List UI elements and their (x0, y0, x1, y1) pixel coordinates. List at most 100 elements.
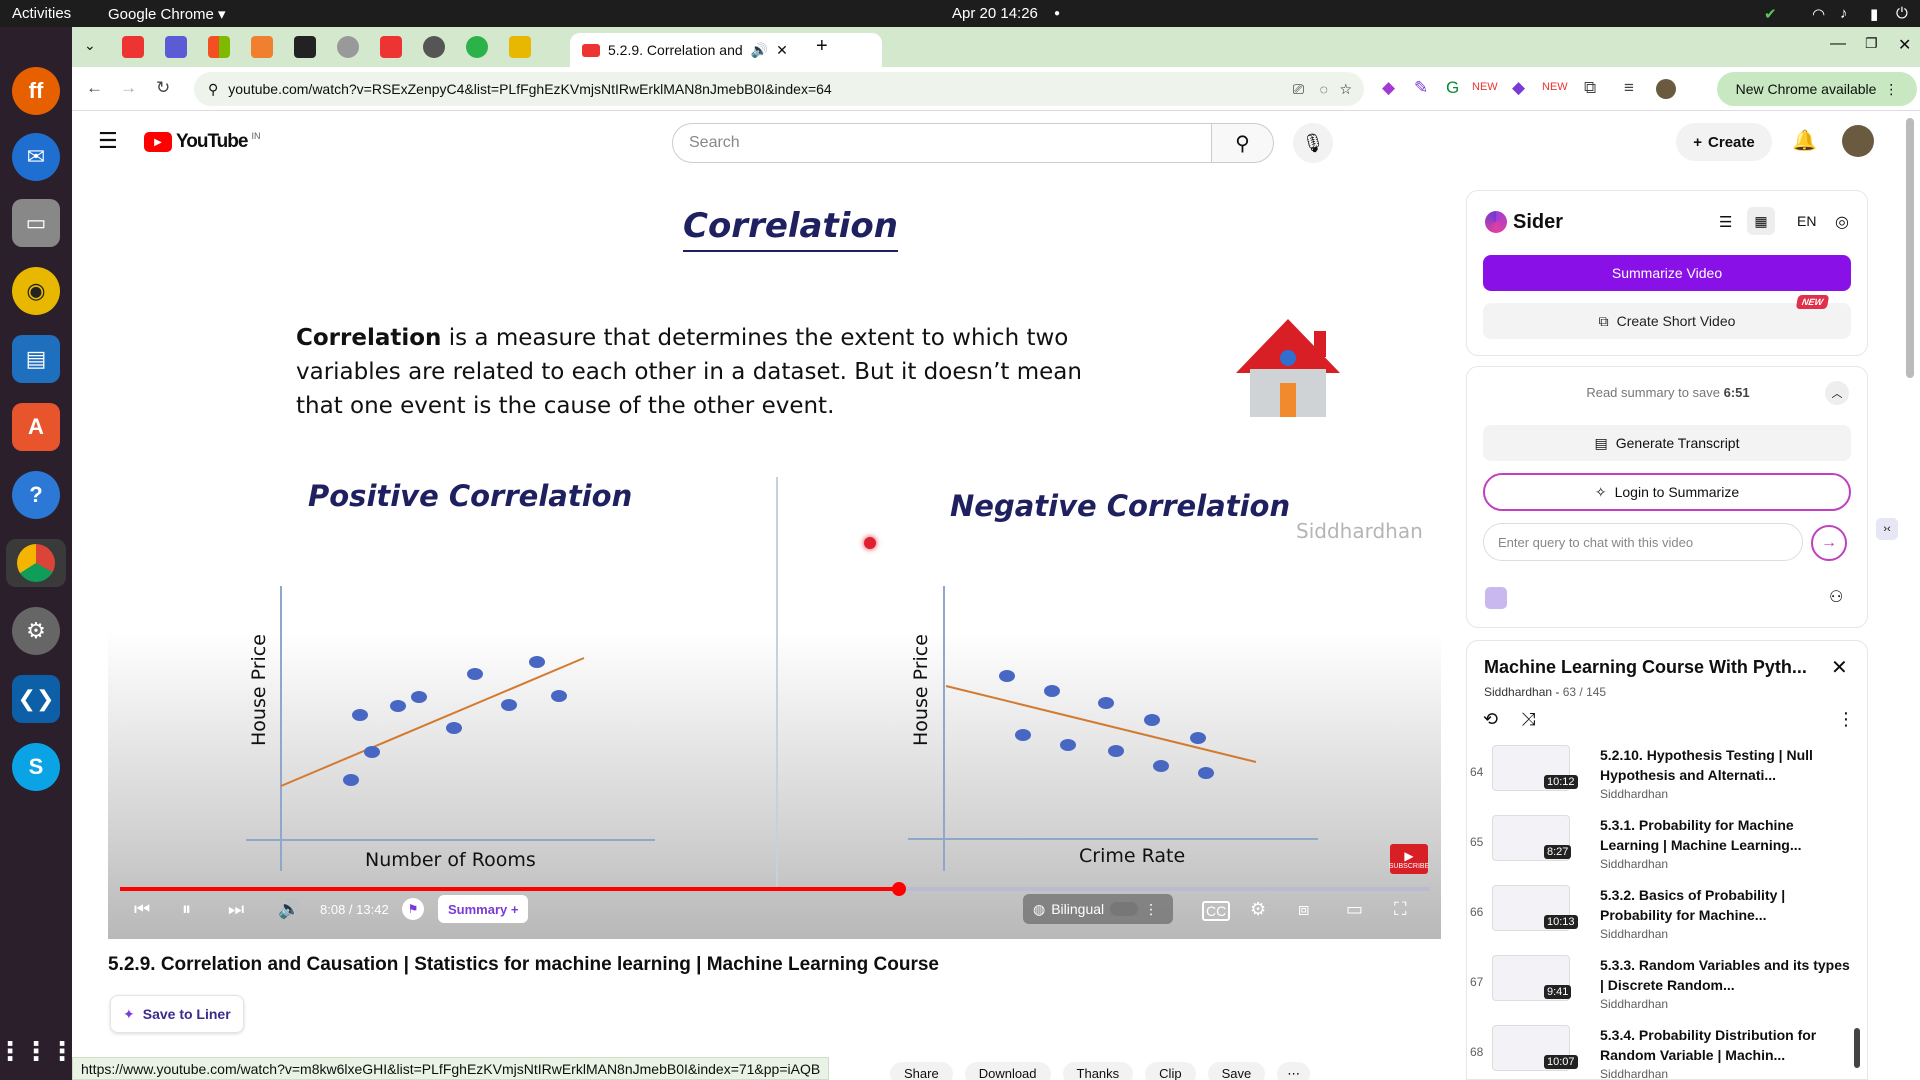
send-arrow-icon[interactable]: → (1811, 525, 1847, 561)
pinned-tab-openai[interactable] (423, 36, 445, 58)
address-bar[interactable]: ⚲ youtube.com/watch?v=RSExZenpyC4&list=P… (194, 72, 1364, 106)
list-view-icon[interactable]: ☰ (1719, 213, 1732, 231)
previous-icon[interactable]: ⏮ (134, 899, 150, 920)
firefox-icon[interactable]: ff (12, 67, 60, 115)
chat-query-input[interactable]: Enter query to chat with this video (1483, 523, 1803, 561)
update-icon[interactable]: ✔ (1764, 5, 1777, 23)
collapse-chevron-icon[interactable]: ︿ (1825, 381, 1849, 405)
media-controls-icon[interactable]: ≡ (1624, 78, 1634, 98)
pinned-tab-green[interactable] (466, 36, 488, 58)
extensions-puzzle-icon[interactable]: ⧉ (1584, 78, 1596, 98)
files-icon[interactable]: ▭ (12, 199, 60, 247)
pinned-tab-microsoft[interactable] (208, 36, 230, 58)
sider-side-toggle-icon[interactable]: ›‹ (1876, 518, 1898, 540)
clock[interactable]: Apr 20 14:26 (952, 5, 1038, 22)
pinned-tab-globe[interactable] (337, 36, 359, 58)
skype-icon[interactable]: S (12, 743, 60, 791)
create-button[interactable]: + Create (1676, 123, 1772, 161)
loop-icon[interactable]: ⟲ (1483, 709, 1498, 730)
playlist-channel[interactable]: Siddhardhan (1484, 685, 1552, 699)
chapter-pin-icon[interactable]: ⚑ (402, 898, 424, 920)
power-menu-icon[interactable]: ⏻ (1896, 5, 1908, 22)
playlist-item[interactable]: 64 10:12 5.2.10. Hypothesis Testing | Null… (1470, 745, 1860, 811)
wifi-icon[interactable]: ◠ (1812, 5, 1825, 23)
page-scrollbar[interactable] (1906, 118, 1914, 378)
install-icon[interactable]: ⎚ (1293, 81, 1304, 98)
app-menu[interactable]: Google Chrome ▾ (108, 5, 226, 23)
extension-pen-icon[interactable]: ✎ (1414, 78, 1428, 98)
video-player[interactable]: Correlation Correlation is a measure tha… (108, 171, 1441, 939)
eye-off-icon[interactable]: ◌ (1320, 81, 1328, 97)
pause-icon[interactable]: ⏸ (182, 899, 191, 920)
vscode-icon[interactable]: ❮❯ (12, 675, 60, 723)
app-center-icon[interactable]: A (12, 403, 60, 451)
theater-mode-icon[interactable]: ▭ (1346, 899, 1363, 920)
account-avatar[interactable] (1842, 125, 1874, 157)
playlist-scroll-thumb[interactable] (1854, 1028, 1860, 1068)
generate-transcript-button[interactable]: ▤ Generate Transcript (1483, 425, 1851, 461)
back-icon[interactable]: ← (86, 78, 103, 98)
extension-sider-icon[interactable]: ◆ (1382, 78, 1395, 98)
forward-icon[interactable]: → (120, 78, 137, 98)
sider-settings-icon[interactable]: ◎ (1835, 212, 1849, 232)
pinned-tab-yellow[interactable] (509, 36, 531, 58)
pinned-tab-aws[interactable] (294, 36, 316, 58)
voice-search-button[interactable]: 🎙 (1293, 123, 1333, 163)
extension-grammarly-icon[interactable]: G (1446, 78, 1459, 98)
activities-button[interactable]: Activities (12, 5, 71, 22)
volume-icon[interactable]: 🔊 (278, 899, 300, 920)
tab-search-icon[interactable]: ⌄ (84, 37, 96, 54)
notifications-bell-icon[interactable]: 🔔 (1792, 128, 1817, 153)
fullscreen-icon[interactable]: ⛶ (1394, 899, 1407, 920)
show-apps-icon[interactable]: ⋮⋮⋮ (0, 1027, 75, 1075)
settings-gear-icon[interactable]: ⚙ (1250, 899, 1266, 920)
search-input[interactable]: Search (672, 123, 1212, 163)
chrome-icon[interactable] (6, 539, 66, 587)
help-icon[interactable]: ? (12, 471, 60, 519)
writer-icon[interactable]: ▤ (12, 335, 60, 383)
summarize-video-button[interactable]: Summarize Video (1483, 255, 1851, 291)
reload-icon[interactable]: ↻ (156, 78, 170, 98)
bilingual-switch[interactable] (1110, 902, 1139, 916)
pinned-tab-box[interactable] (251, 36, 273, 58)
audio-playing-icon[interactable]: 🔊 (751, 42, 768, 59)
pinned-tab-youtube-2[interactable] (380, 36, 402, 58)
save-to-liner-button[interactable]: ✦ Save to Liner (110, 995, 244, 1033)
sider-assistant-icon[interactable] (1485, 587, 1507, 609)
maximize-icon[interactable]: ❐ (1865, 35, 1878, 52)
new-tab-button[interactable]: + (816, 35, 828, 58)
save-button[interactable]: Save (1207, 1062, 1266, 1080)
login-to-summarize-button[interactable]: ✧ Login to Summarize (1483, 473, 1851, 511)
playlist-item[interactable]: 66 10:13 5.3.2. Basics of Probability | Pr… (1470, 885, 1860, 951)
subscribe-badge[interactable]: ▶ SUBSCRIBE (1389, 844, 1429, 874)
close-tab-icon[interactable]: ✕ (776, 42, 788, 59)
share-button[interactable]: Share (890, 1062, 953, 1080)
more-icon[interactable]: ⋮ (1144, 901, 1158, 918)
bilingual-toggle[interactable]: ◍ Bilingual ⋮ (1023, 894, 1173, 924)
settings-icon[interactable]: ⚙ (12, 607, 60, 655)
battery-icon[interactable]: ▮ (1870, 5, 1878, 23)
pinned-tab-docs[interactable] (165, 36, 187, 58)
thanks-button[interactable]: Thanks (1062, 1062, 1134, 1080)
clip-button[interactable]: Clip (1145, 1062, 1196, 1080)
next-icon[interactable]: ⏭ (228, 899, 244, 920)
minimize-icon[interactable]: — (1830, 35, 1846, 53)
site-info-icon[interactable]: ⚲ (208, 81, 218, 98)
create-short-video-button[interactable]: ⧉ Create Short Video (1483, 303, 1851, 339)
playlist-item[interactable]: 68 10:07 5.3.4. Probability Distribution f… (1470, 1025, 1860, 1080)
playlist-more-icon[interactable]: ⋮ (1837, 709, 1855, 730)
volume-icon[interactable]: ♪ (1840, 5, 1848, 22)
shuffle-icon[interactable]: ⤨ (1521, 709, 1535, 730)
playlist-title[interactable]: Machine Learning Course With Pyth... (1484, 657, 1814, 678)
grid-view-icon[interactable]: ▦ (1747, 207, 1775, 235)
close-playlist-icon[interactable]: ✕ (1831, 655, 1848, 680)
pinned-tab-youtube[interactable] (122, 36, 144, 58)
bookmark-star-icon[interactable]: ☆ (1339, 81, 1352, 98)
extension-new-icon[interactable]: NEW (1472, 81, 1498, 93)
captions-icon[interactable]: CC (1202, 901, 1231, 921)
thunderbird-icon[interactable]: ✉ (12, 133, 60, 181)
download-button[interactable]: Download (964, 1062, 1051, 1080)
extension-liner-icon[interactable]: ◆ (1512, 78, 1525, 98)
youtube-logo[interactable]: ▶ YouTube IN (144, 131, 260, 153)
language-selector[interactable]: EN (1797, 213, 1816, 229)
